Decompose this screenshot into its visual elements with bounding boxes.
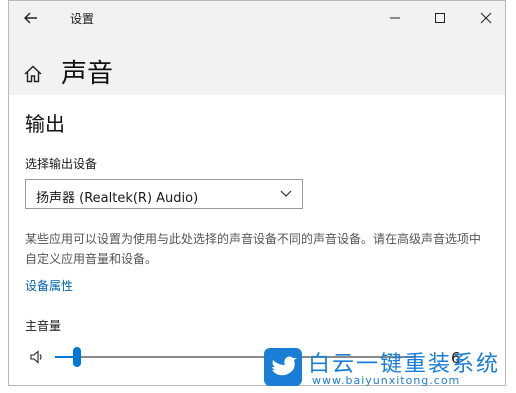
watermark: 白云一键重装系统 www.baiyunxitong.com [264, 344, 514, 392]
slider-thumb[interactable] [73, 347, 81, 367]
chevron-down-icon [280, 190, 292, 197]
section-title-output: 输出 [25, 112, 65, 136]
back-arrow-icon [24, 12, 37, 24]
page-header: 声音 [9, 47, 505, 97]
close-icon [480, 12, 492, 24]
maximize-button[interactable] [420, 5, 460, 31]
watermark-url: www.baiyunxitong.com [312, 374, 461, 387]
home-icon[interactable] [23, 64, 43, 84]
minimize-button[interactable] [375, 5, 415, 31]
bird-logo-icon [264, 348, 302, 386]
speaker-icon[interactable] [29, 349, 45, 365]
minimize-icon [390, 17, 400, 19]
maximize-icon [435, 13, 445, 23]
output-device-value: 扬声器 (Realtek(R) Audio) [36, 191, 199, 206]
device-properties-link[interactable]: 设备属性 [25, 277, 73, 294]
back-button[interactable] [19, 6, 43, 30]
master-volume-label: 主音量 [25, 319, 62, 333]
page-title: 声音 [61, 59, 114, 89]
output-device-label: 选择输出设备 [25, 157, 98, 171]
window-title: 设置 [70, 12, 95, 26]
output-device-dropdown[interactable]: 扬声器 (Realtek(R) Audio) [25, 179, 303, 209]
settings-window: 设置 声音 输出 选择输出设备 扬声器 (Realtek(R) Audio) 某… [8, 0, 506, 386]
output-description: 某些应用可以设置为使用与此处选择的声音设备不同的声音设备。请在高级声音选项中自定… [25, 232, 482, 266]
close-button[interactable] [466, 5, 505, 31]
title-bar: 设置 [9, 1, 505, 35]
content-pane: 输出 选择输出设备 扬声器 (Realtek(R) Audio) 某些应用可以设… [9, 95, 505, 385]
